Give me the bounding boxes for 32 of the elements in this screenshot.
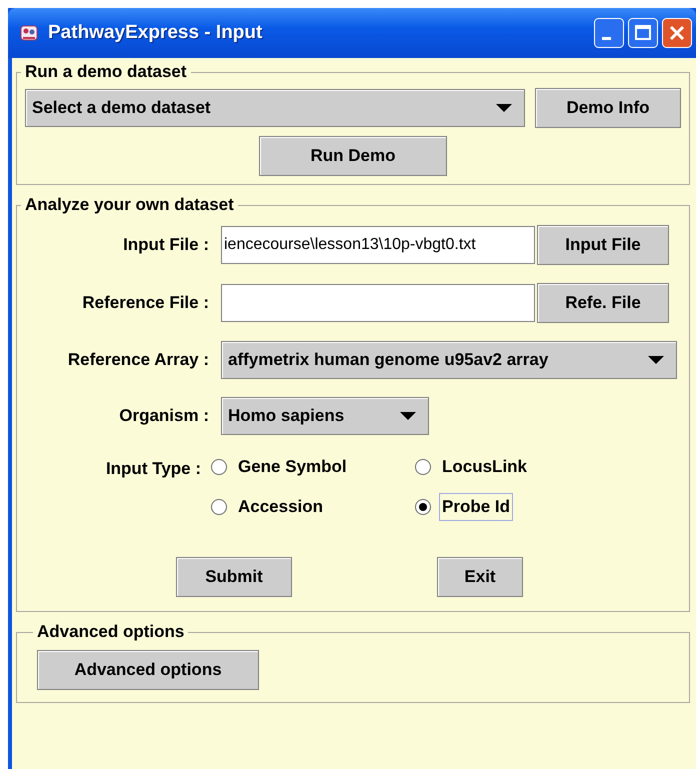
close-icon[interactable]: [662, 18, 692, 48]
reference-file-field[interactable]: [221, 284, 535, 322]
demo-info-button[interactable]: Demo Info: [535, 88, 681, 128]
group-title: Advanced options: [36, 622, 186, 642]
submit-button[interactable]: Submit: [176, 557, 292, 597]
group-title: Run a demo dataset: [24, 62, 188, 82]
advanced-options-button[interactable]: Advanced options: [37, 650, 259, 690]
radio-button[interactable]: [211, 499, 227, 515]
minimize-icon[interactable]: [594, 18, 624, 48]
radio-button[interactable]: [211, 459, 227, 475]
field-label: Reference Array :: [66, 350, 209, 370]
field-label: Input File :: [122, 235, 209, 255]
maximize-icon[interactable]: [628, 18, 658, 48]
field-label: Organism :: [118, 406, 209, 426]
input-file-button[interactable]: Input File: [537, 225, 669, 265]
run-demo-button[interactable]: Run Demo: [259, 136, 447, 176]
reference-file-button[interactable]: Refe. File: [537, 283, 669, 323]
radio-label[interactable]: Probe Id: [439, 493, 514, 521]
radio-label[interactable]: Gene Symbol: [235, 453, 350, 481]
field-label: Reference File :: [81, 293, 209, 313]
organism-dropdown[interactable]: Homo sapiens: [221, 397, 429, 435]
radio-label[interactable]: LocusLink: [439, 453, 530, 481]
window-title: PathwayExpress - Input: [48, 22, 264, 44]
demo-dataset-dropdown[interactable]: Select a demo dataset: [25, 89, 525, 127]
reference-array-dropdown[interactable]: affymetrix human genome u95av2 array: [221, 341, 677, 379]
radio-button[interactable]: [415, 459, 431, 475]
radio-button[interactable]: [415, 499, 431, 515]
input-file-field[interactable]: iencecourse\lesson13\10p-vbgt0.txt: [221, 226, 535, 264]
radio-label[interactable]: Accession: [235, 493, 326, 521]
field-label: Input Type :: [104, 458, 201, 479]
group-title: Analyze your own dataset: [24, 195, 235, 215]
exit-button[interactable]: Exit: [437, 557, 523, 597]
